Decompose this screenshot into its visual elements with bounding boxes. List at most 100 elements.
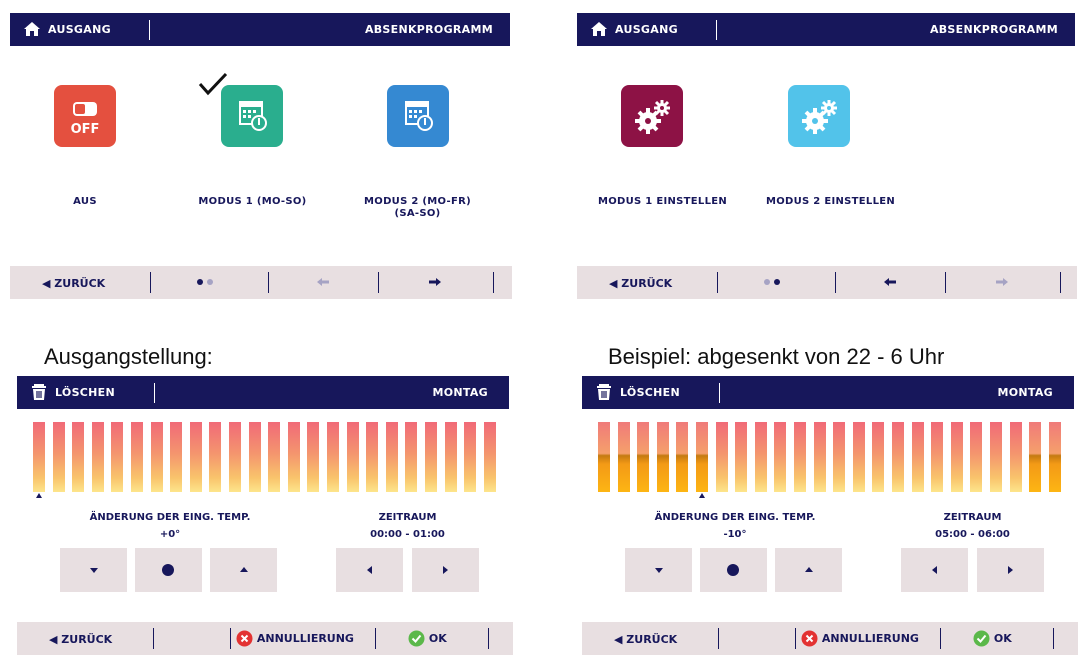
temp-set-button[interactable] — [700, 548, 767, 592]
delete-label[interactable]: LÖSCHEN — [55, 386, 115, 399]
set-mode2-label: MODUS 2 EINSTELLEN — [765, 196, 896, 207]
arrow-right-icon[interactable] — [428, 277, 442, 287]
caption-initial: Ausgangstellung: — [44, 344, 213, 369]
hour-bar[interactable] — [931, 422, 944, 492]
hour-bar[interactable] — [656, 422, 669, 492]
temp-down-button[interactable] — [625, 548, 692, 592]
hour-bar[interactable] — [696, 422, 708, 492]
hour-bar[interactable] — [617, 422, 630, 492]
hour-bar[interactable] — [346, 422, 359, 492]
hour-bar[interactable] — [189, 422, 202, 492]
hour-bar[interactable] — [72, 422, 85, 492]
hour-bar[interactable] — [774, 422, 787, 492]
cancel-button[interactable]: ANNULLIERUNG — [236, 630, 354, 647]
period-next-button[interactable] — [977, 548, 1044, 592]
hour-bar[interactable] — [405, 422, 418, 492]
hour-bar[interactable] — [852, 422, 865, 492]
hour-bar[interactable] — [131, 422, 143, 492]
hour-bar[interactable] — [637, 422, 650, 492]
hour-bar[interactable] — [268, 422, 281, 492]
hour-bar[interactable] — [813, 422, 826, 492]
hour-bar[interactable] — [287, 422, 300, 492]
temp-down-button[interactable] — [60, 548, 127, 592]
temp-up-button[interactable] — [210, 548, 277, 592]
temp-change-value: -10° — [723, 529, 747, 540]
off-text: OFF — [70, 122, 100, 137]
hour-bar[interactable] — [385, 422, 398, 492]
hour-bar[interactable] — [52, 422, 65, 492]
hour-bar[interactable] — [483, 422, 496, 492]
off-toggle-icon — [73, 102, 97, 116]
hour-bar[interactable] — [33, 422, 45, 492]
back-button[interactable]: ◀ ZURÜCK — [609, 277, 672, 290]
hour-bar[interactable] — [715, 422, 728, 492]
hour-bar[interactable] — [970, 422, 983, 492]
hour-bar[interactable] — [1009, 422, 1022, 492]
hour-bar[interactable] — [307, 422, 320, 492]
hour-bar[interactable] — [950, 422, 963, 492]
hour-bar[interactable] — [425, 422, 437, 492]
cancel-button[interactable]: ANNULLIERUNG — [801, 630, 919, 647]
hour-bar[interactable] — [444, 422, 457, 492]
hour-bar[interactable] — [170, 422, 183, 492]
day-title: MONTAG — [432, 386, 488, 399]
arrow-right-icon[interactable] — [995, 277, 1009, 287]
home-icon[interactable] — [590, 21, 608, 37]
ok-label: OK — [428, 632, 447, 645]
exit-label[interactable]: AUSGANG — [48, 23, 111, 36]
ok-label: OK — [993, 632, 1012, 645]
hour-bar[interactable] — [872, 422, 885, 492]
hour-bar[interactable] — [892, 422, 904, 492]
mode1-button[interactable] — [221, 85, 283, 147]
arrow-left-icon[interactable] — [883, 277, 897, 287]
back-label: ZURÜCK — [54, 277, 106, 290]
hour-bar[interactable] — [990, 422, 1002, 492]
hour-bars — [33, 422, 508, 492]
hour-bar[interactable] — [91, 422, 104, 492]
trash-icon[interactable] — [30, 384, 48, 400]
hour-bar[interactable] — [248, 422, 261, 492]
temp-set-button[interactable] — [135, 548, 202, 592]
hour-bar[interactable] — [676, 422, 689, 492]
ok-button[interactable]: OK — [408, 630, 447, 647]
set-mode2-button[interactable] — [788, 85, 850, 147]
hour-bar[interactable] — [598, 422, 610, 492]
hour-bar[interactable] — [366, 422, 379, 492]
hour-bar[interactable] — [1048, 422, 1061, 492]
hour-bar[interactable] — [754, 422, 767, 492]
mode2-label: MODUS 2 (MO-FR) — [364, 196, 471, 207]
hour-marker — [699, 493, 705, 498]
off-label: AUS — [73, 196, 97, 207]
arrow-left-icon[interactable] — [316, 277, 330, 287]
gears-icon — [635, 100, 670, 134]
hour-bar[interactable] — [209, 422, 222, 492]
bottom-bar: ◀ ZURÜCK — [577, 266, 1077, 299]
back-button[interactable]: ◀ ZURÜCK — [42, 277, 105, 290]
hour-bar[interactable] — [229, 422, 241, 492]
home-icon[interactable] — [23, 21, 41, 37]
hour-bar[interactable] — [327, 422, 339, 492]
hour-bar[interactable] — [150, 422, 163, 492]
hour-bar[interactable] — [794, 422, 806, 492]
delete-label[interactable]: LÖSCHEN — [620, 386, 680, 399]
exit-label[interactable]: AUSGANG — [615, 23, 678, 36]
period-prev-button[interactable] — [901, 548, 968, 592]
temp-up-button[interactable] — [775, 548, 842, 592]
set-mode1-button[interactable] — [621, 85, 683, 147]
hour-marker — [36, 493, 42, 498]
mode2-button[interactable] — [387, 85, 449, 147]
period-next-button[interactable] — [412, 548, 479, 592]
period-prev-button[interactable] — [336, 548, 403, 592]
hour-bar[interactable] — [911, 422, 924, 492]
off-mode-button[interactable]: OFF — [54, 85, 116, 147]
ok-button[interactable]: OK — [973, 630, 1012, 647]
hour-bar[interactable] — [111, 422, 124, 492]
top-bar: AUSGANG ABSENKPROGRAMM — [577, 13, 1075, 46]
hour-bar[interactable] — [833, 422, 846, 492]
hour-bar[interactable] — [1029, 422, 1042, 492]
trash-icon[interactable] — [595, 384, 613, 400]
hour-bar[interactable] — [464, 422, 477, 492]
back-button[interactable]: ◀ ZURÜCK — [49, 633, 112, 646]
hour-bar[interactable] — [735, 422, 748, 492]
back-button[interactable]: ◀ ZURÜCK — [614, 633, 677, 646]
